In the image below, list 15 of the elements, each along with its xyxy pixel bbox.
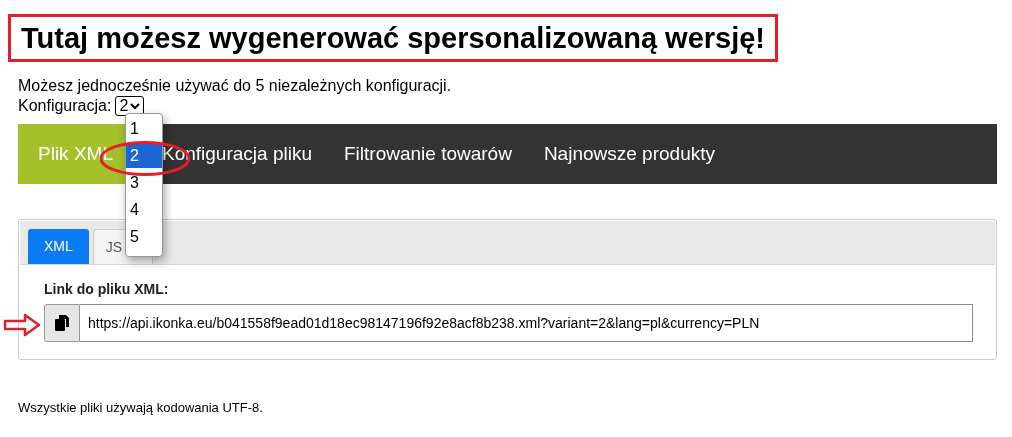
config-label: Konfiguracja: bbox=[18, 96, 112, 116]
nav-item[interactable]: Najnowsze produkty bbox=[527, 124, 731, 184]
footer-text: Wszystkie pliki używają kodowania UTF-8. bbox=[17, 399, 264, 417]
link-label: Link do pliku XML: bbox=[44, 280, 170, 298]
link-field[interactable]: https://api.ikonka.eu/b041558f9ead01d18ec98147196f92e8acf8b238.xml?variant=2&lang=pl&currency=PLN bbox=[80, 304, 973, 342]
dropdown-option[interactable]: 4 bbox=[126, 198, 162, 222]
dropdown-option[interactable]: 2 bbox=[126, 144, 162, 168]
nav-item[interactable]: Filtrowanie towarów bbox=[328, 124, 528, 184]
copy-icon bbox=[54, 314, 70, 332]
tab[interactable]: XML bbox=[28, 229, 89, 264]
intro-text: Możesz jednocześnie używać do 5 niezależnych konfiguracji. bbox=[18, 76, 453, 96]
page-heading: Tutaj możesz wygenerować spersonalizowaną wersję! bbox=[21, 21, 766, 55]
arrow-icon bbox=[3, 313, 41, 337]
copy-button[interactable] bbox=[44, 304, 80, 342]
chevron-icon bbox=[130, 102, 141, 110]
